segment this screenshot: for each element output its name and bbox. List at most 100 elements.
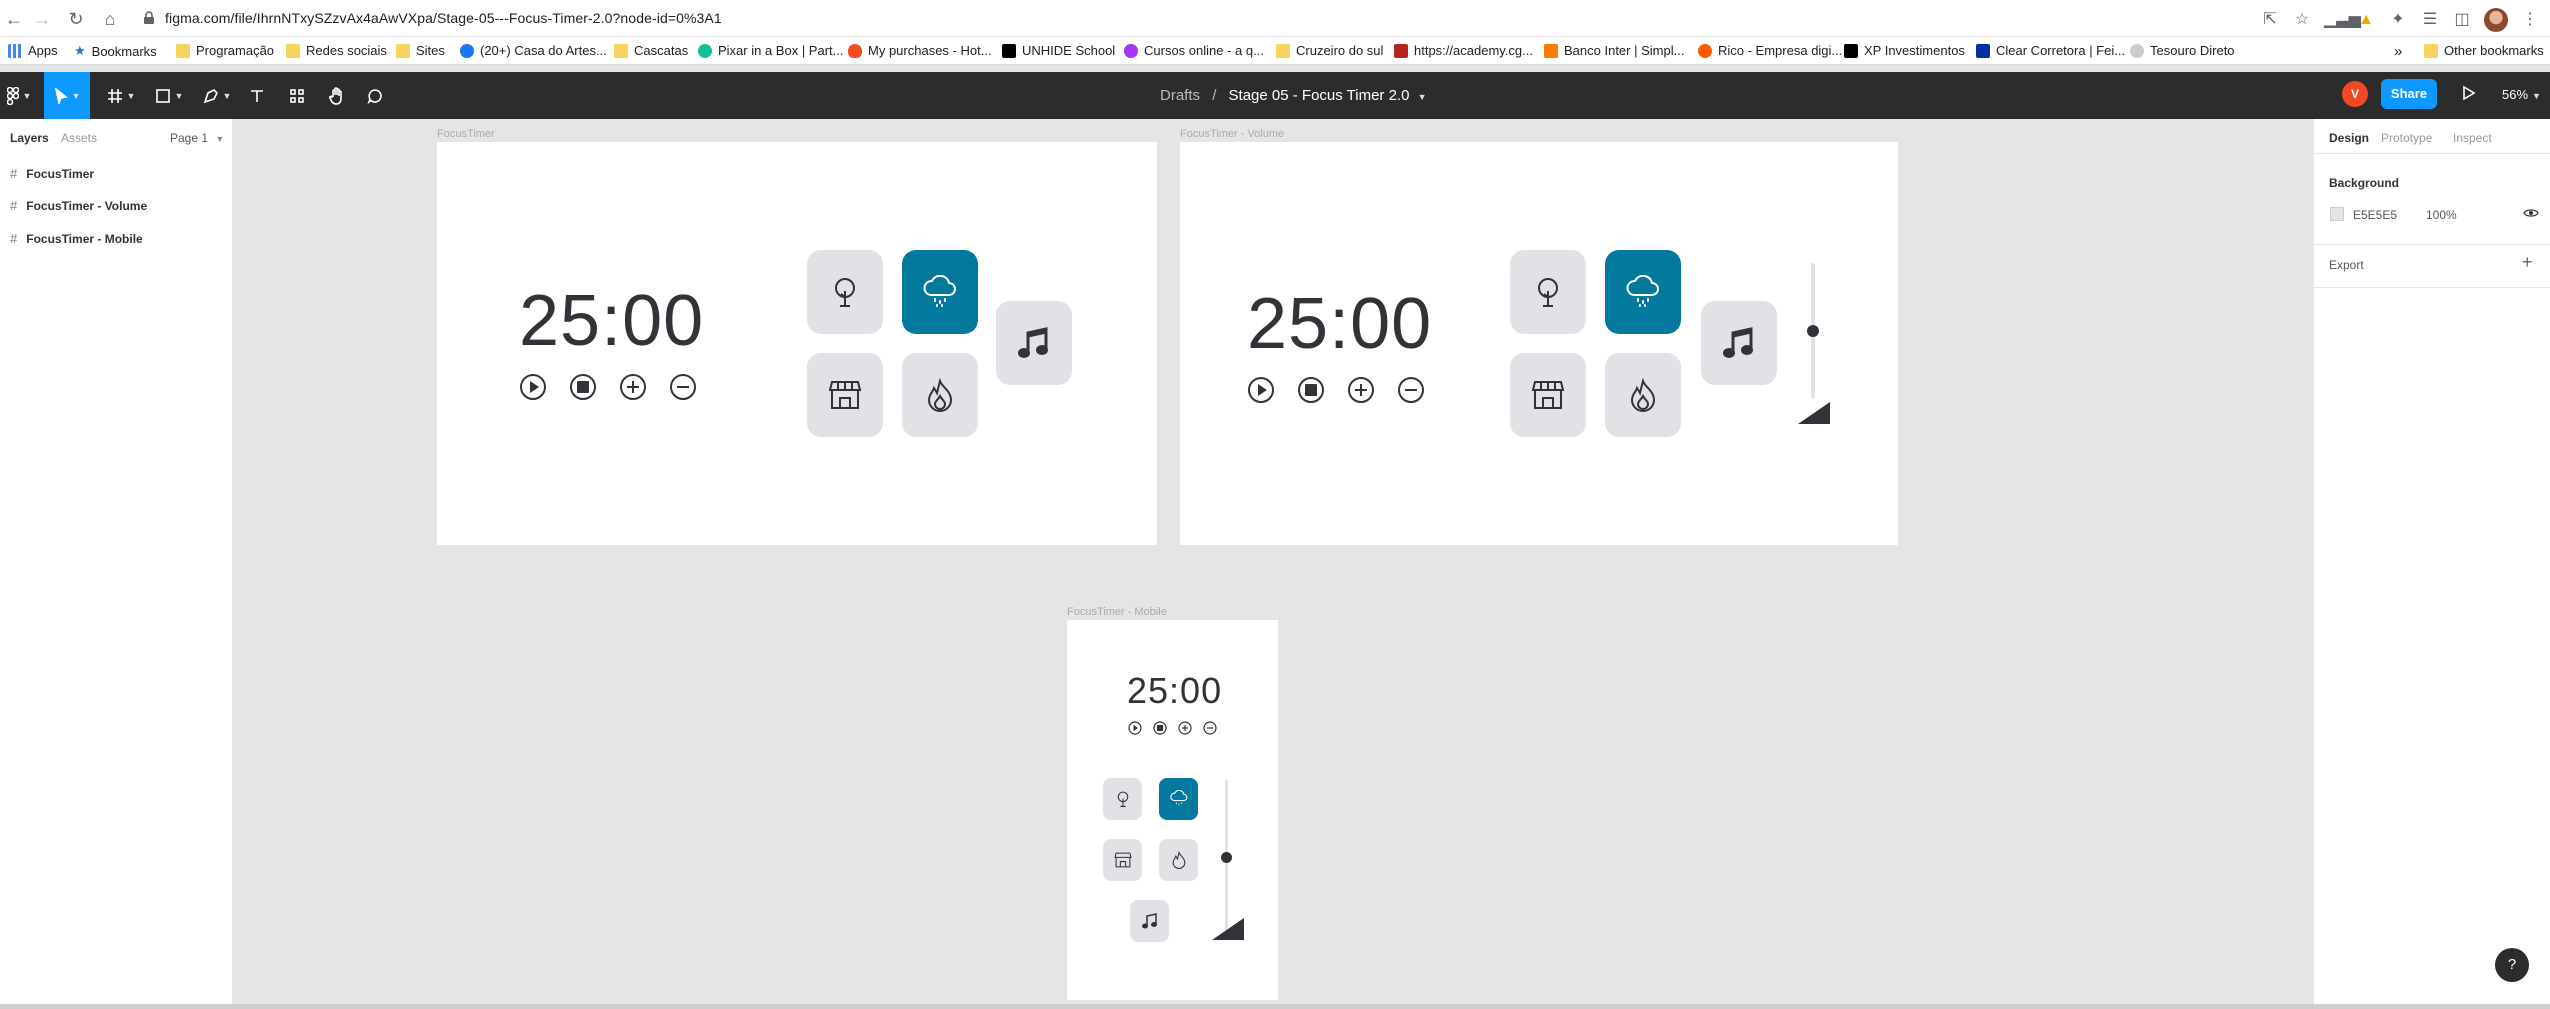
- stop-icon[interactable]: [570, 374, 596, 400]
- bookmark-item[interactable]: https://academy.cg...: [1394, 43, 1533, 58]
- sound-card-fireplace[interactable]: [902, 353, 978, 437]
- bookmark-item[interactable]: (20+) Casa do Artes...: [460, 43, 607, 58]
- sound-card-coffee-shop[interactable]: [1103, 839, 1142, 881]
- layer-item-focustimer[interactable]: # FocusTimer: [10, 166, 94, 181]
- sound-card-fireplace[interactable]: [1159, 839, 1198, 881]
- sound-card-forest[interactable]: [1103, 778, 1142, 820]
- minus-icon[interactable]: [1398, 377, 1424, 403]
- extension-icon[interactable]: ▲: [2356, 10, 2376, 30]
- layer-item-focustimer-mobile[interactable]: # FocusTimer - Mobile: [10, 231, 143, 246]
- file-name[interactable]: Stage 05 - Focus Timer 2.0: [1229, 87, 1410, 104]
- home-icon[interactable]: ⌂: [100, 9, 120, 29]
- bookmark-item[interactable]: Cascatas: [614, 43, 688, 58]
- comment-tool-button[interactable]: [360, 72, 390, 119]
- tab-design[interactable]: Design: [2329, 131, 2369, 145]
- bookmark-item[interactable]: UNHIDE School: [1002, 43, 1115, 58]
- sound-card-rain[interactable]: [902, 250, 978, 334]
- add-export-icon[interactable]: +: [2522, 252, 2533, 273]
- sound-card-forest[interactable]: [1510, 250, 1586, 334]
- puzzle-icon[interactable]: ✦: [2388, 10, 2408, 30]
- background-opacity-input[interactable]: 100%: [2426, 208, 2457, 222]
- share-button[interactable]: Share: [2381, 79, 2437, 109]
- bookmark-item[interactable]: My purchases - Hot...: [848, 43, 992, 58]
- frame-tool-button[interactable]: ▼: [100, 72, 142, 119]
- figma-logo-icon: [6, 86, 19, 105]
- bookmark-item[interactable]: Banco Inter | Simpl...: [1544, 43, 1684, 58]
- play-icon[interactable]: [520, 374, 546, 400]
- more-bookmarks-icon[interactable]: »: [2394, 43, 2402, 60]
- background-swatch[interactable]: [2330, 207, 2344, 221]
- figma-menu-button[interactable]: ▼: [0, 72, 38, 119]
- breadcrumb-drafts[interactable]: Drafts: [1160, 87, 1200, 104]
- horizontal-scrollbar[interactable]: [0, 1004, 2550, 1009]
- frame-label-focustimer-mobile[interactable]: FocusTimer - Mobile: [1067, 606, 1167, 618]
- back-arrow-icon[interactable]: ←: [4, 9, 24, 29]
- stop-icon[interactable]: [1298, 377, 1324, 403]
- bookmark-item[interactable]: Clear Corretora | Fei...: [1976, 43, 2125, 58]
- sound-card-fireplace[interactable]: [1605, 353, 1681, 437]
- sound-card-forest[interactable]: [807, 250, 883, 334]
- text-tool-button[interactable]: [242, 72, 272, 119]
- star-icon[interactable]: ☆: [2292, 10, 2312, 30]
- bookmark-item[interactable]: Programação: [176, 43, 274, 58]
- hand-tool-button[interactable]: [322, 72, 352, 119]
- zoom-level[interactable]: 56% ▼: [2502, 87, 2541, 102]
- profile-avatar[interactable]: [2484, 8, 2508, 32]
- bookmark-item[interactable]: Sites: [396, 43, 445, 58]
- eye-icon[interactable]: [2523, 207, 2539, 219]
- sound-card-music[interactable]: [1701, 301, 1777, 385]
- sidebar-icon[interactable]: ◫: [2452, 10, 2472, 30]
- page-selector[interactable]: Page 1 ▼: [170, 131, 224, 145]
- bookmark-item[interactable]: Cruzeiro do sul: [1276, 43, 1383, 58]
- bookmark-item[interactable]: Pixar in a Box | Part...: [698, 43, 843, 58]
- pen-tool-button[interactable]: ▼: [196, 72, 238, 119]
- help-button[interactable]: ?: [2495, 948, 2529, 982]
- minus-icon[interactable]: [670, 374, 696, 400]
- tree-icon: [835, 278, 855, 307]
- layer-item-focustimer-volume[interactable]: # FocusTimer - Volume: [10, 198, 147, 213]
- bookmark-item[interactable]: Redes sociais: [286, 43, 387, 58]
- kebab-menu-icon[interactable]: ⋮: [2520, 10, 2540, 30]
- bookmark-item[interactable]: Tesouro Direto: [2130, 43, 2235, 58]
- play-icon[interactable]: [1248, 377, 1274, 403]
- share-page-icon[interactable]: ⇱: [2260, 10, 2280, 30]
- plus-icon[interactable]: [1348, 377, 1374, 403]
- user-avatar[interactable]: V: [2342, 81, 2368, 107]
- volume-slider-thumb[interactable]: [1807, 325, 1819, 337]
- sound-card-rain[interactable]: [1605, 250, 1681, 334]
- move-tool-button[interactable]: ▼: [44, 72, 90, 119]
- background-hex-input[interactable]: E5E5E5: [2353, 208, 2397, 222]
- sound-card-coffee-shop[interactable]: [1510, 353, 1586, 437]
- tab-layers[interactable]: Layers: [10, 131, 49, 145]
- shape-tool-button[interactable]: ▼: [148, 72, 190, 119]
- reload-icon[interactable]: ↻: [66, 9, 86, 29]
- sound-card-music[interactable]: [996, 301, 1072, 385]
- frame-label-focustimer-volume[interactable]: FocusTimer - Volume: [1180, 128, 1284, 140]
- bookmark-item[interactable]: XP Investimentos: [1844, 43, 1965, 58]
- chevron-down-icon[interactable]: ▼: [1418, 92, 1427, 102]
- sound-card-coffee-shop[interactable]: [807, 353, 883, 437]
- sound-card-rain[interactable]: [1159, 778, 1198, 820]
- minus-icon[interactable]: [1203, 721, 1217, 735]
- frame-label-focustimer[interactable]: FocusTimer: [437, 128, 495, 140]
- bookmark-apps[interactable]: Apps: [8, 43, 58, 58]
- bookmark-item[interactable]: Rico - Empresa digi...: [1698, 43, 1842, 58]
- reading-list-icon[interactable]: ☰: [2420, 10, 2440, 30]
- plus-icon[interactable]: [1178, 721, 1192, 735]
- tab-assets[interactable]: Assets: [61, 131, 97, 145]
- bookmark-item[interactable]: ★ Bookmarks: [74, 43, 157, 59]
- plus-icon[interactable]: [620, 374, 646, 400]
- present-play-icon[interactable]: [2458, 83, 2478, 103]
- forward-arrow-icon[interactable]: →: [32, 9, 52, 29]
- bookmark-other[interactable]: Other bookmarks: [2424, 43, 2544, 58]
- tab-prototype[interactable]: Prototype: [2381, 131, 2432, 145]
- sound-card-music[interactable]: [1130, 900, 1169, 942]
- resources-tool-button[interactable]: [282, 72, 312, 119]
- play-icon[interactable]: [1128, 721, 1142, 735]
- url-text[interactable]: figma.com/file/IhrnNTxySZzvAx4aAwVXpa/St…: [165, 10, 722, 26]
- bookmark-item[interactable]: Cursos online - a q...: [1124, 43, 1264, 58]
- tab-inspect[interactable]: Inspect: [2453, 131, 2492, 145]
- stop-icon[interactable]: [1153, 721, 1167, 735]
- signal-extension-icon[interactable]: ▁▃▅: [2324, 10, 2361, 30]
- volume-slider-thumb[interactable]: [1221, 852, 1232, 863]
